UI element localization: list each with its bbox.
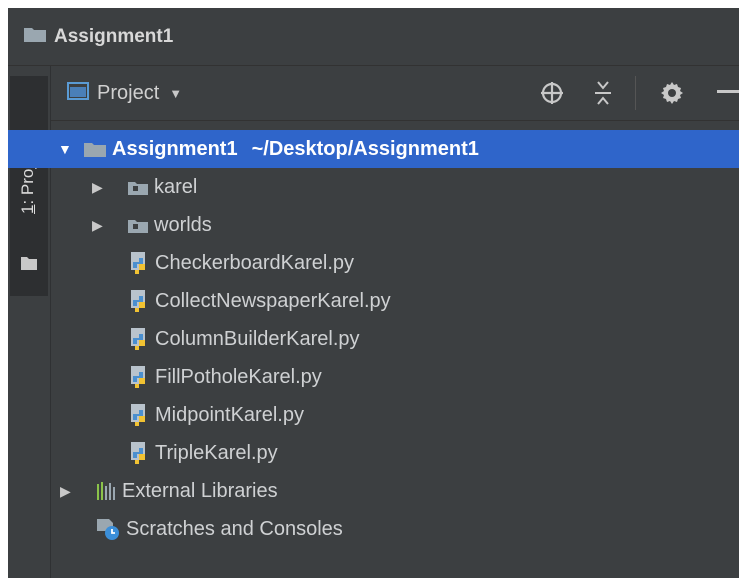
python-file-icon <box>129 442 149 464</box>
tree-file-item[interactable]: FillPotholeKarel.py <box>51 358 739 396</box>
python-file-icon <box>129 252 149 274</box>
external-libraries-label: External Libraries <box>122 479 278 502</box>
tree-root-item[interactable]: ▼ Assignment1 ~/Desktop/Assignment1 <box>8 130 739 168</box>
tree-external-libraries[interactable]: ▶ External Libraries <box>51 472 739 510</box>
file-name: TripleKarel.py <box>155 441 278 464</box>
package-folder-icon <box>128 218 148 233</box>
python-file-icon <box>129 290 149 312</box>
folder-name: karel <box>154 175 198 198</box>
collapse-all-icon[interactable] <box>591 80 615 111</box>
project-view-icon <box>67 81 89 105</box>
file-name: CheckerboardKarel.py <box>155 251 354 274</box>
project-tool-tab[interactable]: 1: Project <box>10 76 48 296</box>
file-name: CollectNewspaperKarel.py <box>155 289 391 312</box>
collapsed-arrow-icon[interactable]: ▶ <box>92 217 106 234</box>
file-name: ColumnBuilderKarel.py <box>155 327 360 350</box>
folder-icon <box>21 256 37 275</box>
scratches-icon <box>96 518 120 540</box>
tree-file-item[interactable]: TripleKarel.py <box>51 434 739 472</box>
folder-icon <box>24 26 46 47</box>
collapsed-arrow-icon[interactable]: ▶ <box>60 483 74 500</box>
toolbar-divider <box>635 76 636 110</box>
folder-icon <box>84 141 106 157</box>
tree-file-item[interactable]: ColumnBuilderKarel.py <box>51 320 739 358</box>
project-panel: Project ▼ ▼ Assignment1 ~/Desktop/Assign… <box>8 66 739 578</box>
tree-folder-item[interactable]: ▶ worlds <box>51 206 739 244</box>
tree-scratches[interactable]: Scratches and Consoles <box>51 510 739 548</box>
python-file-icon <box>129 366 149 388</box>
library-icon <box>96 482 116 500</box>
navigation-bar: Assignment1 <box>8 8 739 66</box>
package-folder-icon <box>128 180 148 195</box>
tree-file-item[interactable]: MidpointKarel.py <box>51 396 739 434</box>
gear-icon[interactable] <box>659 80 685 111</box>
scratches-label: Scratches and Consoles <box>126 517 343 540</box>
file-name: FillPotholeKarel.py <box>155 365 322 388</box>
folder-name: worlds <box>154 213 212 236</box>
file-name: MidpointKarel.py <box>155 403 304 426</box>
root-folder-name: Assignment1 <box>112 137 238 160</box>
ide-window: Assignment1 1: Project Project ▼ ▼ Assig… <box>8 8 739 578</box>
python-file-icon <box>129 328 149 350</box>
panel-header: Project ▼ <box>51 66 739 121</box>
project-breadcrumb[interactable]: Assignment1 <box>54 26 173 48</box>
minimize-icon[interactable] <box>717 90 739 93</box>
locate-target-icon[interactable] <box>539 80 565 111</box>
root-folder-path: ~/Desktop/Assignment1 <box>251 137 479 160</box>
tree-file-item[interactable]: CollectNewspaperKarel.py <box>51 282 739 320</box>
expanded-arrow-icon[interactable]: ▼ <box>58 141 72 157</box>
view-selector[interactable]: Project <box>97 82 159 105</box>
tree-folder-item[interactable]: ▶ karel <box>51 168 739 206</box>
python-file-icon <box>129 404 149 426</box>
chevron-down-icon[interactable]: ▼ <box>169 86 182 101</box>
tree-file-item[interactable]: CheckerboardKarel.py <box>51 244 739 282</box>
collapsed-arrow-icon[interactable]: ▶ <box>92 179 106 196</box>
